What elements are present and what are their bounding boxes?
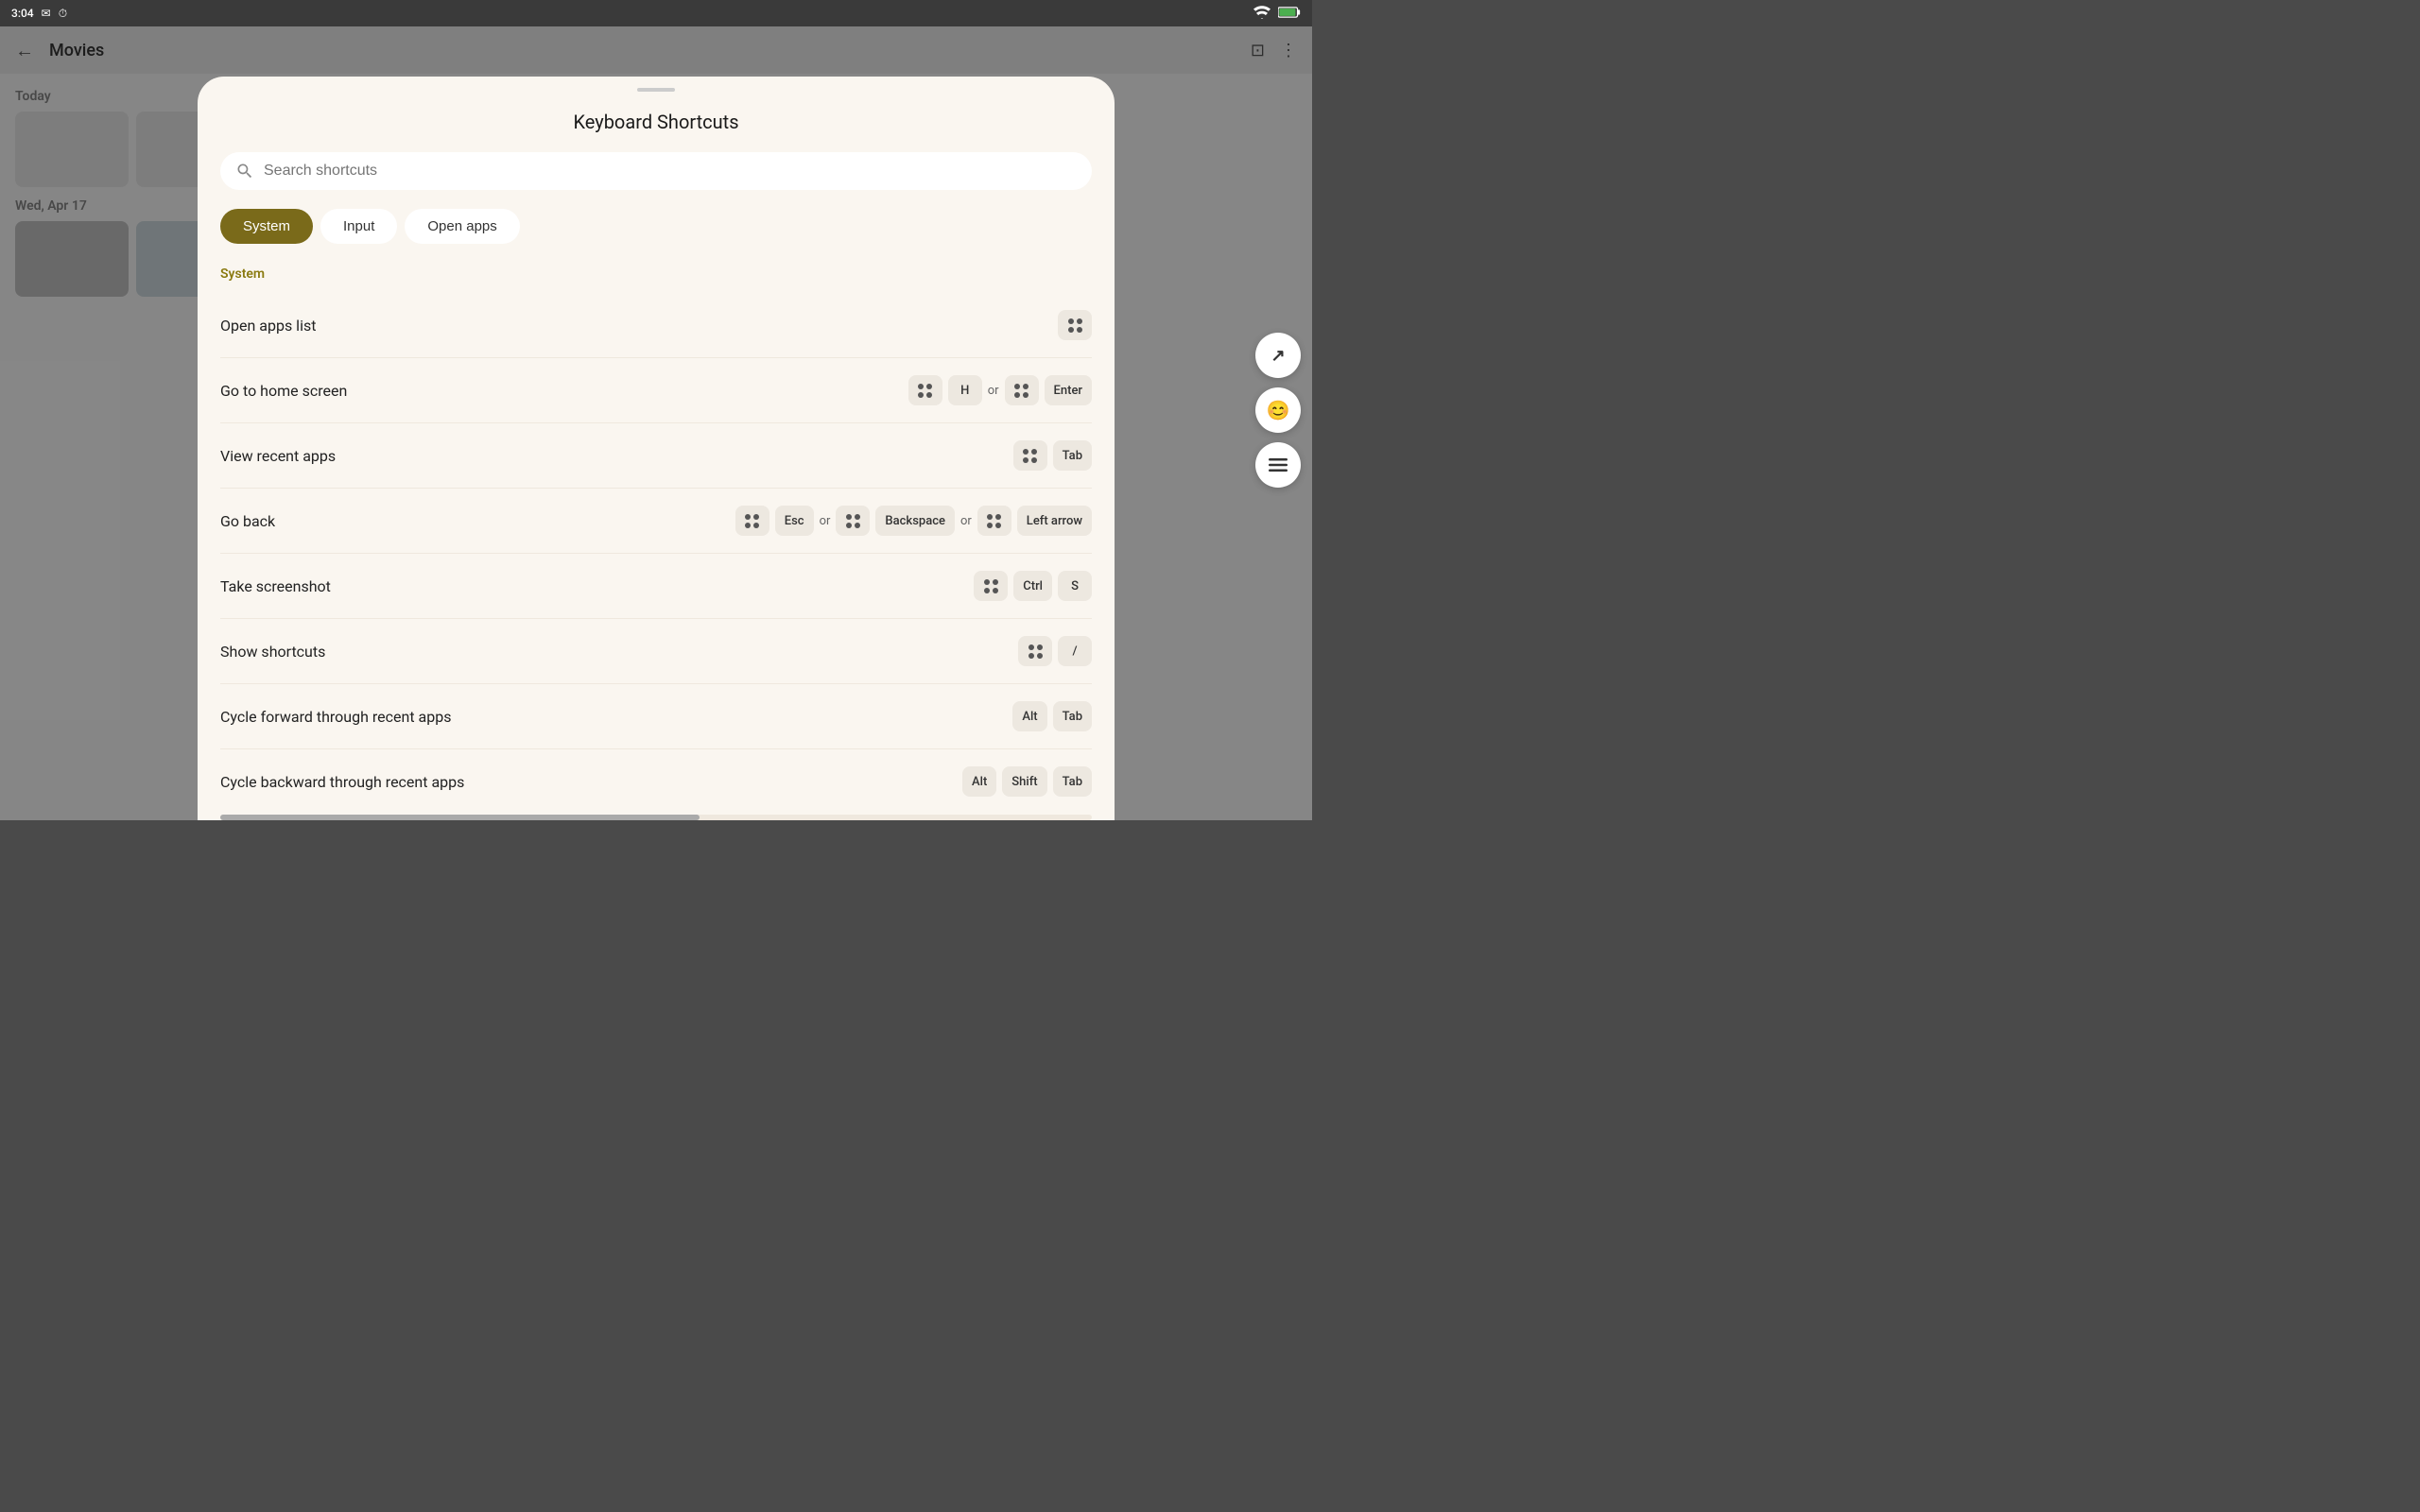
tab-open-apps[interactable]: Open apps bbox=[405, 209, 519, 244]
modal-title: Keyboard Shortcuts bbox=[198, 111, 1115, 133]
shortcut-show-shortcuts: Show shortcuts / bbox=[220, 619, 1092, 684]
shortcut-cycle-backward: Cycle backward through recent apps Alt S… bbox=[220, 749, 1092, 811]
shortcut-label-home: Go to home screen bbox=[220, 382, 347, 400]
shortcut-label-recent: View recent apps bbox=[220, 447, 336, 465]
shortcuts-content: System Open apps list Go to home screen bbox=[198, 263, 1115, 811]
keys-cycle-backward: Alt Shift Tab bbox=[962, 766, 1092, 797]
or-text-back-1: or bbox=[820, 514, 831, 528]
hamburger-icon bbox=[1269, 458, 1288, 472]
shortcut-recent-apps: View recent apps Tab bbox=[220, 423, 1092, 489]
expand-fab[interactable]: ↗ bbox=[1255, 333, 1301, 378]
ctrl-key: Ctrl bbox=[1013, 571, 1052, 601]
keys-show-shortcuts: / bbox=[1018, 636, 1092, 666]
h-key: H bbox=[948, 375, 982, 405]
tab-key-recent: Tab bbox=[1053, 440, 1092, 471]
tabs-container: System Input Open apps bbox=[198, 209, 1115, 244]
clock-icon: ⏱ bbox=[59, 7, 67, 21]
meta-dots-back-2 bbox=[846, 514, 860, 528]
status-right bbox=[1253, 6, 1301, 22]
s-key: S bbox=[1058, 571, 1092, 601]
battery-icon bbox=[1278, 6, 1301, 22]
modal-handle bbox=[637, 88, 675, 92]
tab-key-forward: Tab bbox=[1053, 701, 1092, 731]
keys-recent: Tab bbox=[1013, 440, 1092, 471]
tab-key-backward: Tab bbox=[1053, 766, 1092, 797]
meta-dots-back-3 bbox=[987, 514, 1001, 528]
section-system-header: System bbox=[220, 266, 1092, 282]
meta-dots-back-1 bbox=[745, 514, 759, 528]
meta-key-back-3 bbox=[977, 506, 1011, 536]
tab-input[interactable]: Input bbox=[320, 209, 397, 244]
meta-key-screenshot bbox=[974, 571, 1008, 601]
esc-key: Esc bbox=[775, 506, 814, 536]
keys-back: Esc or Backspace or Left arrow bbox=[735, 506, 1092, 536]
alt-key-backward: Alt bbox=[962, 766, 996, 797]
shortcut-label-screenshot: Take screenshot bbox=[220, 577, 331, 595]
meta-key-recent bbox=[1013, 440, 1047, 471]
menu-fab[interactable] bbox=[1255, 442, 1301, 488]
keys-open-apps-list bbox=[1058, 310, 1092, 340]
left-arrow-key: Left arrow bbox=[1017, 506, 1092, 536]
scroll-track bbox=[220, 815, 1092, 820]
meta-key-1 bbox=[1058, 310, 1092, 340]
shortcut-label-cycle-backward: Cycle backward through recent apps bbox=[220, 773, 464, 791]
slash-key: / bbox=[1058, 636, 1092, 666]
shortcut-screenshot: Take screenshot Ctrl S bbox=[220, 554, 1092, 619]
meta-dots-shortcuts bbox=[1028, 644, 1043, 659]
status-bar: 3:04 ✉ ⏱ bbox=[0, 0, 1312, 26]
search-input[interactable] bbox=[264, 163, 1077, 180]
keys-home: H or Enter bbox=[908, 375, 1092, 405]
search-icon bbox=[235, 162, 254, 180]
keys-cycle-forward: Alt Tab bbox=[1012, 701, 1092, 731]
fab-container: ↗ 😊 bbox=[1255, 333, 1301, 488]
shortcut-label-show-shortcuts: Show shortcuts bbox=[220, 643, 325, 661]
wifi-icon bbox=[1253, 6, 1270, 22]
or-text-home: or bbox=[988, 384, 999, 398]
or-text-back-2: or bbox=[960, 514, 972, 528]
shortcut-label-open-apps-list: Open apps list bbox=[220, 317, 316, 335]
meta-dots bbox=[1068, 318, 1082, 333]
meta-key-home-2 bbox=[1005, 375, 1039, 405]
alt-key-forward: Alt bbox=[1012, 701, 1046, 731]
emoji-fab[interactable]: 😊 bbox=[1255, 387, 1301, 433]
keys-screenshot: Ctrl S bbox=[974, 571, 1092, 601]
meta-key-shortcuts bbox=[1018, 636, 1052, 666]
meta-dots-home-2 bbox=[1014, 384, 1028, 398]
meta-key-home-1 bbox=[908, 375, 942, 405]
status-time: 3:04 bbox=[11, 7, 34, 20]
mail-icon: ✉ bbox=[42, 7, 51, 20]
shortcut-cycle-forward: Cycle forward through recent apps Alt Ta… bbox=[220, 684, 1092, 749]
shortcut-open-apps-list: Open apps list bbox=[220, 293, 1092, 358]
search-bar[interactable] bbox=[220, 152, 1092, 190]
shift-key-backward: Shift bbox=[1002, 766, 1046, 797]
enter-key: Enter bbox=[1045, 375, 1092, 405]
shortcut-go-back: Go back Esc or Backspace or bbox=[220, 489, 1092, 554]
meta-key-back-2 bbox=[836, 506, 870, 536]
backspace-key: Backspace bbox=[875, 506, 955, 536]
meta-dots-home-1 bbox=[918, 384, 932, 398]
status-left: 3:04 ✉ ⏱ bbox=[11, 7, 67, 21]
meta-dots-screenshot bbox=[984, 579, 998, 593]
shortcut-home-screen: Go to home screen H or Enter bbox=[220, 358, 1092, 423]
keyboard-shortcuts-modal: Keyboard Shortcuts System Input Open app… bbox=[198, 77, 1115, 820]
tab-system[interactable]: System bbox=[220, 209, 313, 244]
shortcut-label-back: Go back bbox=[220, 512, 275, 530]
meta-key-back-1 bbox=[735, 506, 769, 536]
shortcut-label-cycle-forward: Cycle forward through recent apps bbox=[220, 708, 451, 726]
meta-dots-recent bbox=[1023, 449, 1037, 463]
scroll-thumb bbox=[220, 815, 700, 820]
